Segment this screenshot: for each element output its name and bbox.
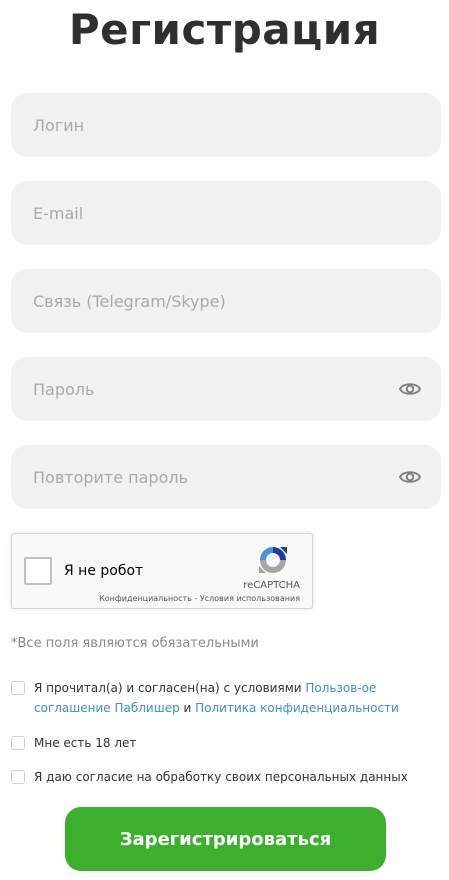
password-repeat-field-container bbox=[11, 445, 441, 509]
email-input[interactable] bbox=[11, 181, 441, 245]
terms-checkbox[interactable] bbox=[11, 681, 25, 695]
contact-input[interactable] bbox=[11, 269, 441, 333]
login-field-container bbox=[11, 93, 441, 157]
contact-field-container bbox=[11, 269, 441, 333]
eye-icon[interactable] bbox=[399, 467, 421, 487]
terms-agreement-text: Я прочитал(а) и согласен(на) с условиями… bbox=[34, 678, 439, 718]
password-repeat-input[interactable] bbox=[11, 445, 441, 509]
terms-prefix: Я прочитал(а) и согласен(на) с условиями bbox=[34, 681, 306, 695]
personal-data-checkbox[interactable] bbox=[11, 770, 25, 784]
login-input[interactable] bbox=[11, 93, 441, 157]
recaptcha-label: Я не робот bbox=[64, 563, 144, 579]
recaptcha-widget: Я не робот reCAPTCHA Конфиденциальность … bbox=[11, 533, 313, 609]
email-field-container bbox=[11, 181, 441, 245]
age-checkbox[interactable] bbox=[11, 736, 25, 750]
age-label: Мне есть 18 лет bbox=[34, 736, 137, 750]
page-title: Регистрация bbox=[68, 5, 381, 54]
recaptcha-logo-icon bbox=[259, 547, 287, 573]
eye-icon[interactable] bbox=[399, 379, 421, 399]
personal-data-label: Я даю согласие на обработку своих персон… bbox=[34, 770, 408, 784]
recaptcha-brand: reCAPTCHA bbox=[243, 580, 300, 591]
terms-and: и bbox=[179, 701, 196, 715]
privacy-policy-link[interactable]: Политика конфиденциальности bbox=[195, 701, 399, 715]
recaptcha-privacy-link[interactable]: Конфиденциальность bbox=[99, 594, 192, 603]
register-button[interactable]: Зарегистрироваться bbox=[65, 807, 386, 871]
recaptcha-checkbox[interactable] bbox=[24, 557, 52, 585]
password-input[interactable] bbox=[11, 357, 441, 421]
recaptcha-terms-link[interactable]: Условия использования bbox=[200, 594, 300, 603]
required-fields-note: *Все поля являются обязательными bbox=[11, 636, 259, 651]
recaptcha-links-separator: - bbox=[191, 594, 200, 603]
password-field-container bbox=[11, 357, 441, 421]
recaptcha-links: Конфиденциальность - Условия использован… bbox=[99, 594, 300, 603]
